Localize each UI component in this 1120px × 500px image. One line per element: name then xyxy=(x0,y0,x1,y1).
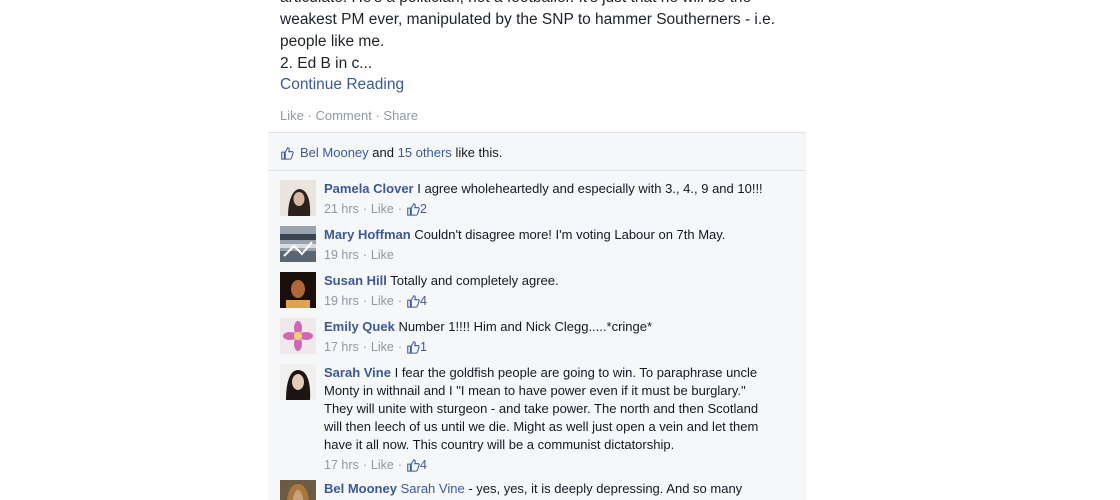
comment-text-line: I fear the goldfish people are going to … xyxy=(394,365,758,380)
commenter-name-link[interactable]: Mary Hoffman xyxy=(324,227,411,242)
others-link[interactable]: 15 others xyxy=(398,145,452,160)
comment-text-line: They will unite with sturgeon - and take… xyxy=(324,401,759,416)
likes-and: and xyxy=(372,145,394,160)
comment-text: I agree wholeheartedly and especially wi… xyxy=(417,181,763,196)
post-actions: Like · Comment · Share xyxy=(280,108,418,123)
comment-meta: 17 hrs · Like · 4 xyxy=(324,456,427,474)
comment-like-link[interactable]: Like xyxy=(371,338,394,356)
post-text-line: weakest PM ever, manipulated by the SNP … xyxy=(280,11,776,28)
comment-timestamp[interactable]: 17 hrs xyxy=(324,338,359,356)
likes-summary: Bel Mooney and 15 others like this. xyxy=(280,145,502,160)
comment-like-count[interactable]: 4 xyxy=(420,292,427,310)
avatar[interactable] xyxy=(280,226,316,262)
comment-text-line: will then leech of us until we die. Migh… xyxy=(324,419,759,434)
comment-like-link[interactable]: Like xyxy=(371,200,394,218)
share-link[interactable]: Share xyxy=(383,108,418,123)
comment-like-count[interactable]: 2 xyxy=(420,200,427,218)
post-text-line: 2. Ed B in c... xyxy=(280,55,373,72)
comment-meta: 19 hrs · Like · 4 xyxy=(324,292,427,310)
commenter-name-link[interactable]: Pamela Clover xyxy=(324,181,414,196)
comment-like-count[interactable]: 1 xyxy=(420,338,427,356)
thumbs-up-icon xyxy=(407,295,420,308)
comment-timestamp[interactable]: 19 hrs xyxy=(324,246,359,264)
commenter-name-link[interactable]: Sarah Vine xyxy=(324,365,391,380)
comment-meta: 21 hrs · Like · 2 xyxy=(324,200,427,218)
post-text-line: people like me. xyxy=(280,33,385,50)
commenter-name-link[interactable]: Emily Quek xyxy=(324,319,395,334)
comment-meta: 19 hrs · Like xyxy=(324,246,394,264)
like-link[interactable]: Like xyxy=(280,108,304,123)
thumbs-up-icon xyxy=(407,341,420,354)
comment-like-count[interactable]: 4 xyxy=(420,456,427,474)
comment-like-link[interactable]: Like xyxy=(371,456,394,474)
avatar-photo-icon xyxy=(280,180,316,216)
comment-timestamp[interactable]: 21 hrs xyxy=(324,200,359,218)
divider xyxy=(268,170,806,171)
comment-text: - yes, yes, it is deeply depressing. And… xyxy=(468,481,743,496)
comment-link[interactable]: Comment xyxy=(315,108,371,123)
post-text-line: articulate. He's a politician, not a foo… xyxy=(280,0,780,9)
avatar[interactable] xyxy=(280,180,316,216)
separator: · xyxy=(375,108,380,123)
comment-like-link[interactable]: Like xyxy=(371,292,394,310)
comment-text-line: Monty in withnail and I "I mean to have … xyxy=(324,383,746,398)
mention-link[interactable]: Sarah Vine xyxy=(401,481,465,496)
avatar-photo-icon xyxy=(280,364,316,400)
comments-section: Bel Mooney and 15 others like this. Pame… xyxy=(268,132,806,500)
thumbs-up-icon xyxy=(281,146,294,160)
comment-text: Totally and completely agree. xyxy=(390,273,559,288)
comment-text: Number 1!!!! Him and Nick Clegg.....*cri… xyxy=(398,319,653,334)
comment-timestamp[interactable]: 17 hrs xyxy=(324,456,359,474)
separator: · xyxy=(307,108,312,123)
avatar[interactable] xyxy=(280,318,316,354)
avatar[interactable] xyxy=(280,364,316,400)
comment-timestamp[interactable]: 19 hrs xyxy=(324,292,359,310)
commenter-name-link[interactable]: Susan Hill xyxy=(324,273,387,288)
commenter-name-link[interactable]: Bel Mooney xyxy=(324,481,397,496)
post-text: articulate. He's a politician, not a foo… xyxy=(280,0,780,75)
thumbs-up-icon xyxy=(407,459,420,472)
avatar-photo-icon xyxy=(280,272,316,308)
liker-name-link[interactable]: Bel Mooney xyxy=(300,145,369,160)
comment-like-link[interactable]: Like xyxy=(371,246,394,264)
comment-text-line: have it all now. This country will be a … xyxy=(324,437,675,452)
thumbs-up-icon xyxy=(407,203,420,216)
avatar-flower-icon xyxy=(280,318,316,354)
avatar[interactable] xyxy=(280,480,316,500)
likes-suffix: like this. xyxy=(455,145,503,160)
avatar-photo-icon xyxy=(280,226,316,262)
continue-reading-link[interactable]: Continue Reading xyxy=(280,76,404,94)
avatar[interactable] xyxy=(280,272,316,308)
comment-meta: 17 hrs · Like · 1 xyxy=(324,338,427,356)
comment-text: Couldn't disagree more! I'm voting Labou… xyxy=(414,227,726,242)
avatar-photo-icon xyxy=(280,480,316,500)
facebook-post: articulate. He's a politician, not a foo… xyxy=(268,0,806,500)
